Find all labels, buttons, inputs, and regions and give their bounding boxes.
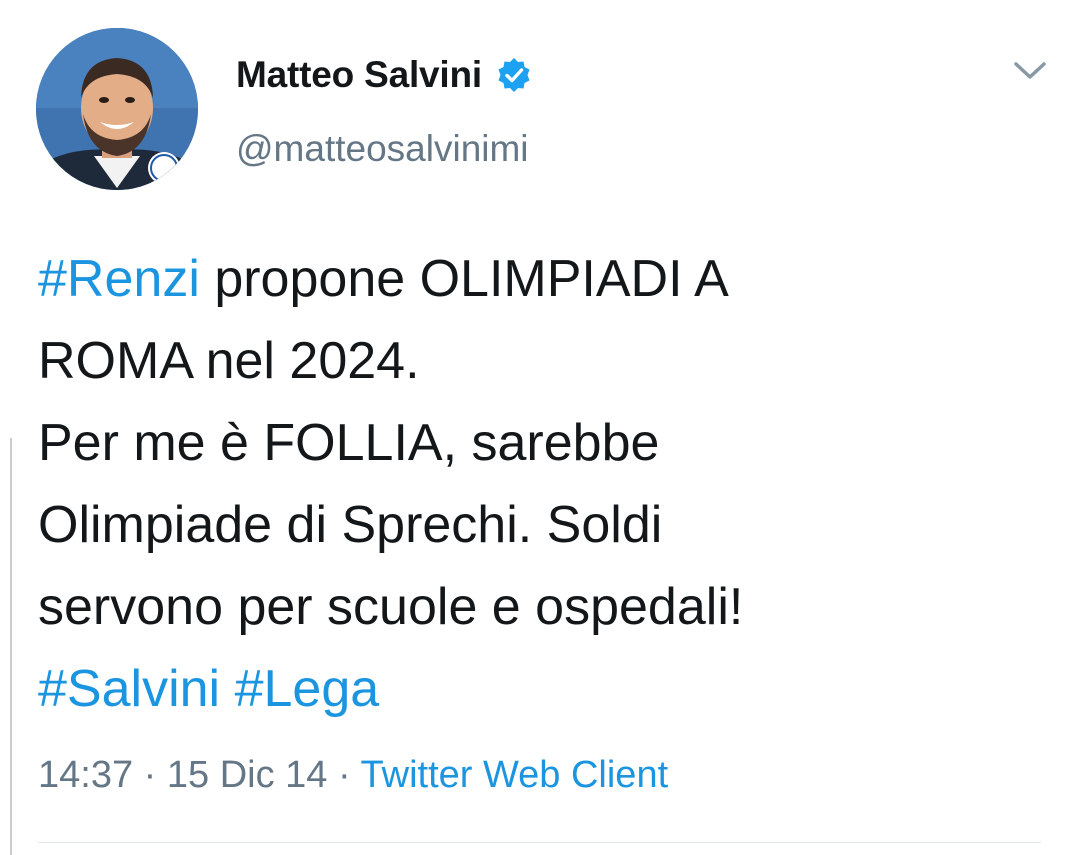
tweet-card: Matteo Salvini @matteosalvinimi #Renzi p…: [0, 0, 1079, 855]
tweet-time[interactable]: 14:37: [38, 754, 133, 796]
hashtag-link[interactable]: #Lega: [235, 660, 380, 718]
tweet-line: #Salvini #Lega: [38, 648, 1038, 730]
tweet-line: #Renzi propone OLIMPIADI A: [38, 238, 1038, 320]
avatar-image: [36, 28, 198, 190]
tweet-text-segment: propone OLIMPIADI A: [199, 250, 729, 308]
bottom-divider: [38, 842, 1041, 843]
tweet-line: ROMA nel 2024.: [38, 320, 1038, 402]
verified-badge-icon: [496, 57, 532, 93]
meta-separator: ·: [133, 754, 167, 796]
tweet-text-segment: Per me è FOLLIA, sarebbe: [38, 414, 660, 472]
tweet-text: #Renzi propone OLIMPIADI A ROMA nel 2024…: [38, 238, 1038, 730]
tweet-source-link[interactable]: Twitter Web Client: [361, 754, 669, 796]
tweet-line: Olimpiade di Sprechi. Soldi: [38, 484, 1038, 566]
author-name-row: Matteo Salvini: [236, 52, 532, 98]
hashtag-link[interactable]: #Salvini: [38, 660, 220, 718]
tweet-text-segment: [220, 660, 234, 718]
edge-divider: [10, 438, 16, 855]
author-avatar[interactable]: [36, 28, 198, 190]
tweet-text-segment: servono per scuole e ospedali!: [38, 578, 744, 636]
hashtag-link[interactable]: #Renzi: [38, 250, 200, 308]
author-display-name[interactable]: Matteo Salvini: [236, 54, 482, 96]
author-handle[interactable]: @matteosalvinimi: [236, 128, 529, 170]
tweet-date[interactable]: 15 Dic 14: [167, 754, 328, 796]
chevron-down-icon[interactable]: [1012, 58, 1048, 84]
tweet-meta: 14:37 · 15 Dic 14 · Twitter Web Client: [38, 754, 668, 797]
tweet-line: Per me è FOLLIA, sarebbe: [38, 402, 1038, 484]
tweet-text-segment: ROMA nel 2024.: [38, 332, 420, 390]
tweet-line: servono per scuole e ospedali!: [38, 566, 1038, 648]
meta-separator: ·: [327, 754, 361, 796]
tweet-text-segment: Olimpiade di Sprechi. Soldi: [38, 496, 663, 554]
